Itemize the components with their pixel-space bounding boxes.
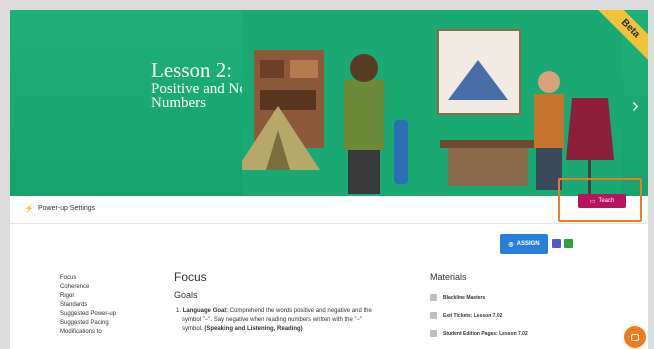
lesson-hero-banner: Lesson 2: Positive and Negative Numbers [10,10,648,196]
materials-section: Materials Blackline Masters Exit Tickets… [430,272,630,337]
gas-tank [394,120,408,184]
person-right-head [538,71,560,93]
goals-heading: Goals [174,290,198,300]
side-nav-item-focus[interactable]: Focus [60,274,116,283]
side-nav-item-rigor[interactable]: Rigor [60,292,116,301]
red-jacket [566,98,614,160]
document-icon [430,294,437,301]
material-item-label: Blackline Masters [443,294,486,301]
hero-illustration [242,10,622,196]
goal-number: 1. [176,308,182,314]
share-icons [552,239,573,248]
lesson-page: Lesson 2: Positive and Negative Numbers [10,10,648,349]
person-left-legs [348,150,380,194]
chat-support-button[interactable] [624,326,646,348]
table-legs [448,148,528,186]
lesson-toolbar: ⚡ Power-up Settings [10,196,648,224]
material-item[interactable]: Student Edition Pages: Lesson 7.02 [430,330,630,337]
focus-heading: Focus [174,270,207,284]
chat-icon [631,333,639,341]
chevron-right-icon[interactable]: › [632,96,644,116]
material-item[interactable]: Blackline Masters [430,294,630,301]
side-nav-item-coherence[interactable]: Coherence [60,283,116,292]
assign-button-label: ASSIGN [516,241,540,247]
side-nav-item-modifications[interactable]: Modifications to [60,328,116,337]
assign-button[interactable]: ◎ ASSIGN [500,234,548,254]
table [440,140,534,148]
materials-heading: Materials [430,272,467,282]
shelf-box-2 [290,60,318,78]
document-icon [430,330,437,337]
goal-label: Language Goal: [182,308,229,314]
target-icon: ◎ [508,241,514,248]
shelf-box-3 [260,90,316,110]
goal-item: 1. Language Goal: Comprehend the words p… [174,307,382,334]
material-item[interactable]: Exit Tickets: Lesson 7.02 [430,312,630,319]
lightning-bolt-icon: ⚡ [24,204,34,213]
teams-icon[interactable] [552,239,561,248]
material-item-label: Exit Tickets: Lesson 7.02 [443,312,503,319]
side-nav-item-standards[interactable]: Standards [60,301,116,310]
google-classroom-icon[interactable] [564,239,573,248]
presentation-icon: ▭ [589,198,596,205]
person-right-body [534,94,564,148]
person-left-head [350,54,378,82]
powerup-settings-link[interactable]: ⚡ Power-up Settings [24,204,95,213]
powerup-settings-label: Power-up Settings [37,205,96,212]
side-nav-item-suggested-pacing[interactable]: Suggested Pacing [60,319,116,328]
focus-section: Focus Goals 1. Language Goal: Comprehend… [174,270,414,334]
goal-tag: (Speaking and Listening, Reading) [204,326,303,332]
teach-button-label: Teach [598,198,615,204]
shelf-box-1 [260,60,284,78]
person-left-body [344,80,384,150]
side-nav-item-suggested-powerup[interactable]: Suggested Power-up [60,310,116,319]
teach-button[interactable]: ▭ Teach [578,194,626,208]
lesson-side-nav: Focus Coherence Rigor Standards Suggeste… [60,274,116,337]
material-item-label: Student Edition Pages: Lesson 7.02 [443,330,528,337]
document-icon [430,312,437,319]
